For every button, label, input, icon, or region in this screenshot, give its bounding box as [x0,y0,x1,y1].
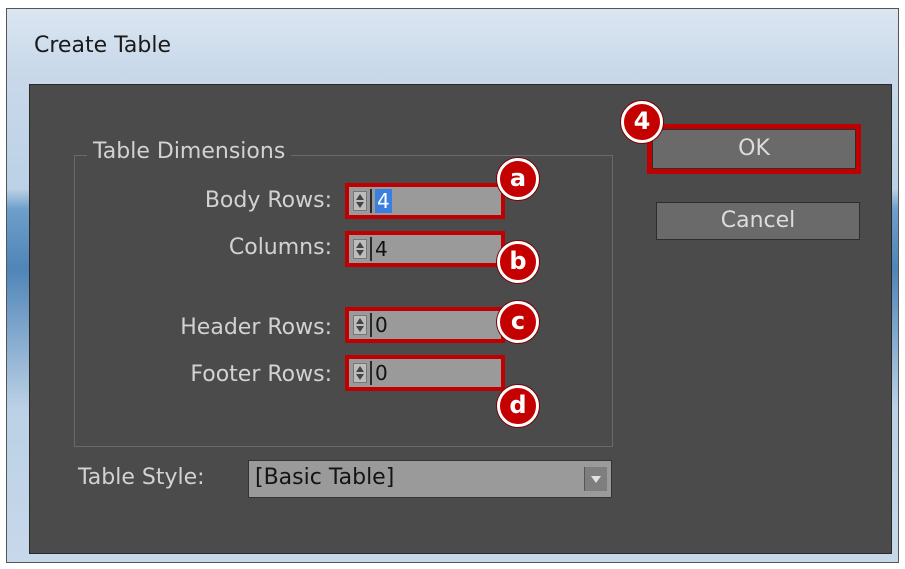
columns-label: Columns: [228,235,332,260]
spinner-separator [370,361,372,385]
ok-highlight: OK [647,124,861,174]
spinner-separator [370,237,372,261]
cancel-button[interactable]: Cancel [656,202,860,240]
callout-badge-b: b [497,241,539,283]
spinner-separator [370,313,372,337]
footer-rows-value[interactable]: 0 [375,361,388,385]
spinner-arrows-icon[interactable] [353,191,367,211]
header-rows-label: Header Rows: [180,315,332,340]
body-rows-value[interactable]: 4 [375,189,392,213]
title-bar[interactable]: Create Table [7,9,898,79]
window-title: Create Table [34,33,171,58]
spinner-arrows-icon[interactable] [353,239,367,259]
dialog-body: Table Dimensions Body Rows: 4 a Columns:… [29,84,892,554]
header-rows-value[interactable]: 0 [375,313,388,337]
header-rows-spinner[interactable]: 0 [345,307,505,343]
ok-button[interactable]: OK [652,129,856,169]
footer-rows-label: Footer Rows: [190,362,332,387]
callout-badge-c: c [497,301,539,343]
create-table-dialog: Create Table Table Dimensions Body Rows:… [6,8,899,563]
columns-spinner[interactable]: 4 [345,231,505,267]
spinner-arrows-icon[interactable] [353,315,367,335]
callout-badge-4: 4 [621,101,663,143]
spinner-arrows-icon[interactable] [353,363,367,383]
table-style-value: [Basic Table] [255,465,395,490]
callout-badge-a: a [497,158,539,200]
table-style-select[interactable]: [Basic Table] [248,460,612,498]
footer-rows-spinner[interactable]: 0 [345,355,505,391]
body-rows-spinner[interactable]: 4 [345,183,505,219]
chevron-down-icon[interactable] [584,467,607,491]
columns-value[interactable]: 4 [375,237,388,261]
table-dimensions-legend: Table Dimensions [87,139,292,164]
table-style-label: Table Style: [78,465,205,490]
spinner-separator [370,189,372,213]
body-rows-label: Body Rows: [204,188,332,213]
callout-badge-d: d [497,385,539,427]
